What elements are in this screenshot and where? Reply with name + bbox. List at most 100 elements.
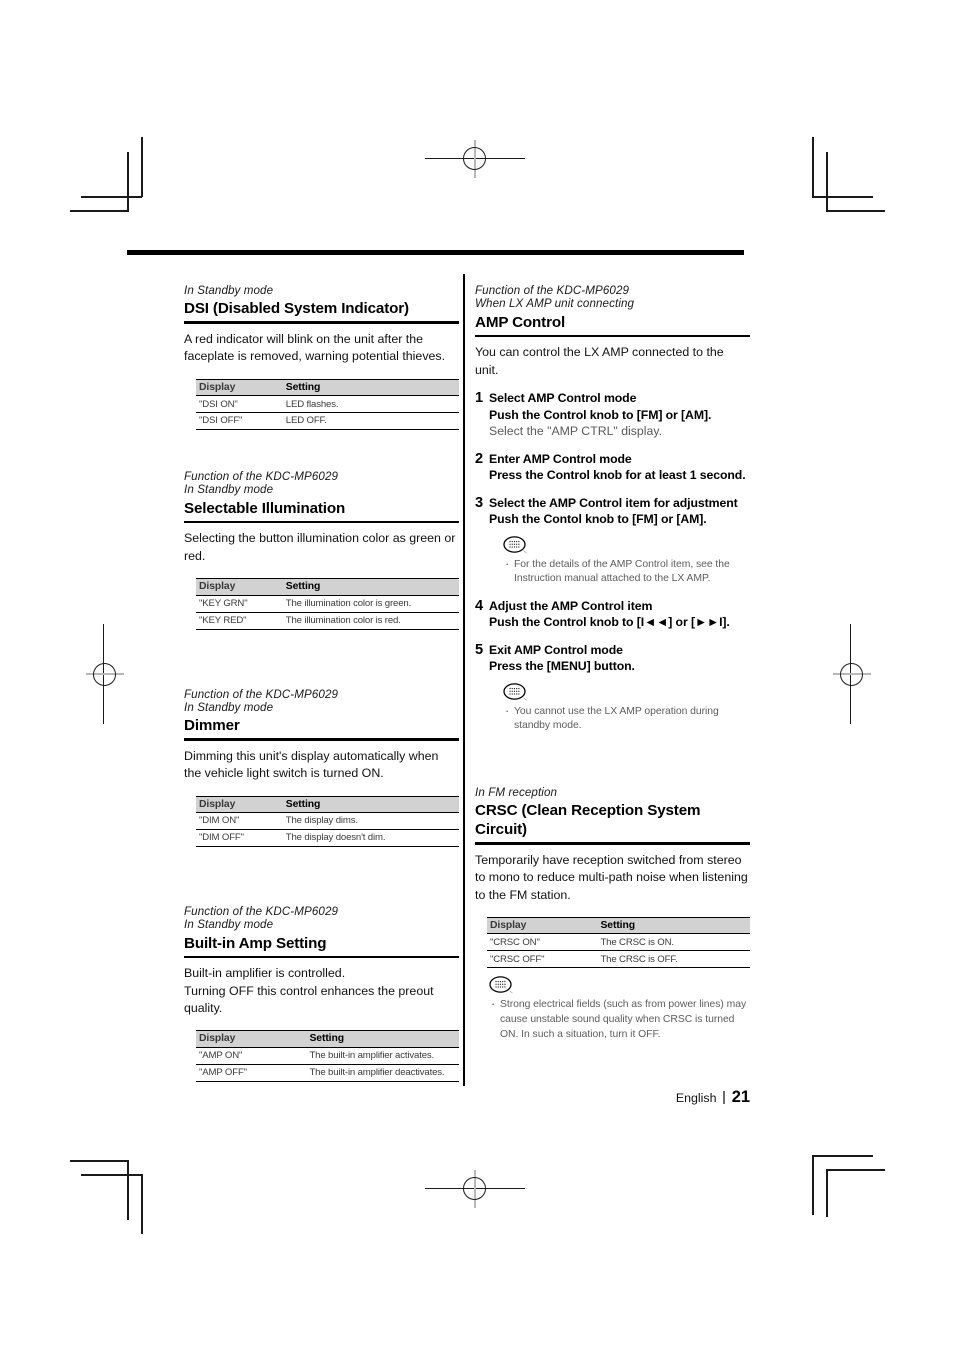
crop-mark-bottom-left-h-outer	[81, 1174, 142, 1176]
section-illumination-eyebrow-1: Function of the KDC-MP6029	[184, 470, 339, 484]
section-illumination-body: Selecting the button illumination color …	[184, 531, 456, 563]
table-header-display: Display	[196, 378, 283, 397]
speech-bubble-note-icon	[489, 976, 515, 995]
crop-mark-top-left-v-inner	[127, 152, 129, 212]
section-dimmer-title: Dimmer	[184, 717, 240, 735]
step-4: 4 Adjust the AMP Control item Push the C…	[475, 598, 750, 631]
table-cell-setting: The display doesn't dim.	[282, 829, 459, 848]
section-dimmer: Function of the KDC-MP6029 In Standby mo…	[184, 687, 459, 848]
memo-item: For the details of the AMP Control item,…	[503, 557, 750, 587]
table-row: "DIM ON" The display dims.	[196, 812, 459, 831]
settings-table-dimmer: Display Setting "DIM ON" The display dim…	[196, 795, 459, 848]
table-header-setting: Setting	[306, 1030, 459, 1048]
section-amp-control-eyebrow-1: Function of the KDC-MP6029	[475, 284, 630, 297]
table-cell-setting: LED OFF.	[282, 412, 459, 431]
crop-mark-top-right-v-outer	[812, 137, 814, 197]
table-cell-display: "DSI OFF"	[196, 412, 283, 431]
table-header-row: Display Setting	[487, 916, 750, 935]
footer-language: English	[675, 1091, 717, 1105]
memo-block-crsc: Strong electrical fields (such as from p…	[489, 976, 750, 1042]
step-1-heading: Select AMP Control mode	[489, 391, 637, 406]
table-cell-setting: The display dims.	[282, 812, 459, 831]
table-cell-display: "CRSC OFF"	[487, 950, 598, 969]
crop-mark-top-left-v-outer	[141, 137, 143, 197]
page-top-rule	[127, 250, 744, 255]
table-header-display: Display	[196, 1030, 307, 1048]
table-row: "DIM OFF" The display doesn't dim.	[196, 829, 459, 848]
section-illumination-eyebrow-2: In Standby mode	[184, 483, 274, 497]
crop-mark-top-right-v-inner	[826, 152, 828, 212]
speech-bubble-note-icon	[503, 682, 529, 702]
table-row: "CRSC OFF" The CRSC is OFF.	[487, 950, 750, 969]
section-illumination-title-rule	[184, 520, 459, 524]
section-dsi-eyebrow: In Standby mode	[184, 284, 274, 297]
table-row: "DSI ON" LED flashes.	[196, 395, 459, 414]
table-cell-display: "KEY GRN"	[196, 595, 283, 613]
section-dsi-title-rule	[184, 321, 459, 324]
step-3-instruction: Push the Contol knob to [FM] or [AM].	[489, 512, 707, 527]
memo-block-amp-item: For the details of the AMP Control item,…	[503, 535, 750, 587]
table-cell-display: "DSI ON"	[196, 395, 283, 414]
section-dsi-title: DSI (Disabled System Indicator)	[184, 300, 409, 318]
registration-mark-right-circle	[840, 663, 863, 686]
step-3-heading: Select the AMP Control item for adjustme…	[489, 495, 738, 510]
section-crsc: In FM reception CRSC (Clean Reception Sy…	[475, 786, 750, 1042]
table-cell-setting: The CRSC is OFF.	[597, 950, 750, 969]
step-2-instruction: Press the Control knob for at least 1 se…	[489, 468, 746, 483]
section-builtin-amp-eyebrow-1: Function of the KDC-MP6029	[184, 905, 339, 919]
section-crsc-title-rule	[475, 842, 750, 845]
step-1-number: 1	[475, 390, 484, 407]
crop-mark-bottom-left-v-inner	[127, 1160, 129, 1220]
memo-block-standby: You cannot use the LX AMP operation duri…	[503, 682, 750, 734]
step-1-instruction: Push the Control knob to [FM] or [AM].	[489, 407, 712, 422]
crop-mark-bottom-right-h-outer	[812, 1155, 873, 1157]
registration-mark-left-circle	[93, 663, 116, 686]
table-cell-setting: The illumination color is red.	[282, 612, 459, 630]
page-footer: English 21	[475, 1088, 750, 1107]
table-cell-setting: The illumination color is green.	[282, 595, 459, 613]
table-header-row: Display Setting	[196, 795, 459, 814]
section-crsc-eyebrow: In FM reception	[475, 785, 558, 799]
table-cell-display: "AMP ON"	[196, 1047, 307, 1065]
table-header-display: Display	[487, 916, 598, 935]
section-amp-control: Function of the KDC-MP6029 When LX AMP u…	[475, 284, 750, 734]
section-builtin-amp-eyebrow-2: In Standby mode	[184, 918, 274, 932]
crop-mark-bottom-left-h-inner	[70, 1160, 129, 1162]
step-1-note: Select the "AMP CTRL" display.	[489, 424, 662, 439]
crop-mark-top-left-h-outer	[81, 196, 142, 198]
settings-table-dsi: Display Setting "DSI ON" LED flashes. "D…	[196, 378, 459, 431]
table-header-display: Display	[196, 795, 283, 814]
memo-item: You cannot use the LX AMP operation duri…	[503, 704, 750, 734]
table-header-setting: Setting	[282, 378, 459, 397]
table-row: "AMP OFF" The built-in amplifier deactiv…	[196, 1064, 459, 1082]
section-amp-control-title-rule	[475, 334, 750, 338]
registration-mark-bottom-circle	[463, 1177, 486, 1200]
table-header-setting: Setting	[597, 916, 750, 935]
memo-list: You cannot use the LX AMP operation duri…	[503, 704, 750, 734]
section-dsi-body: A red indicator will blink on the unit a…	[184, 331, 446, 364]
table-cell-display: "DIM OFF"	[196, 829, 283, 848]
manual-page: In Standby mode DSI (Disabled System Ind…	[127, 250, 750, 1120]
memo-list: For the details of the AMP Control item,…	[503, 557, 750, 587]
step-2-number: 2	[475, 450, 484, 467]
section-dimmer-eyebrow-2: In Standby mode	[184, 700, 274, 714]
step-4-number: 4	[475, 597, 484, 614]
section-builtin-amp-title-rule	[184, 955, 459, 959]
step-4-heading: Adjust the AMP Control item	[489, 598, 653, 613]
section-dimmer-eyebrow-1: Function of the KDC-MP6029	[184, 687, 339, 701]
table-row: "CRSC ON" The CRSC is ON.	[487, 933, 750, 952]
step-3: 3 Select the AMP Control item for adjust…	[475, 495, 750, 587]
table-header-setting: Setting	[282, 578, 459, 596]
table-cell-setting: The built-in amplifier deactivates.	[306, 1064, 459, 1082]
crop-mark-bottom-right-v-outer	[812, 1155, 814, 1215]
left-column: In Standby mode DSI (Disabled System Ind…	[184, 284, 459, 1082]
table-cell-display: "CRSC ON"	[487, 933, 598, 952]
crop-mark-bottom-right-v-inner	[826, 1169, 828, 1217]
table-row: "DSI OFF" LED OFF.	[196, 412, 459, 431]
step-2: 2 Enter AMP Control mode Press the Contr…	[475, 451, 750, 484]
